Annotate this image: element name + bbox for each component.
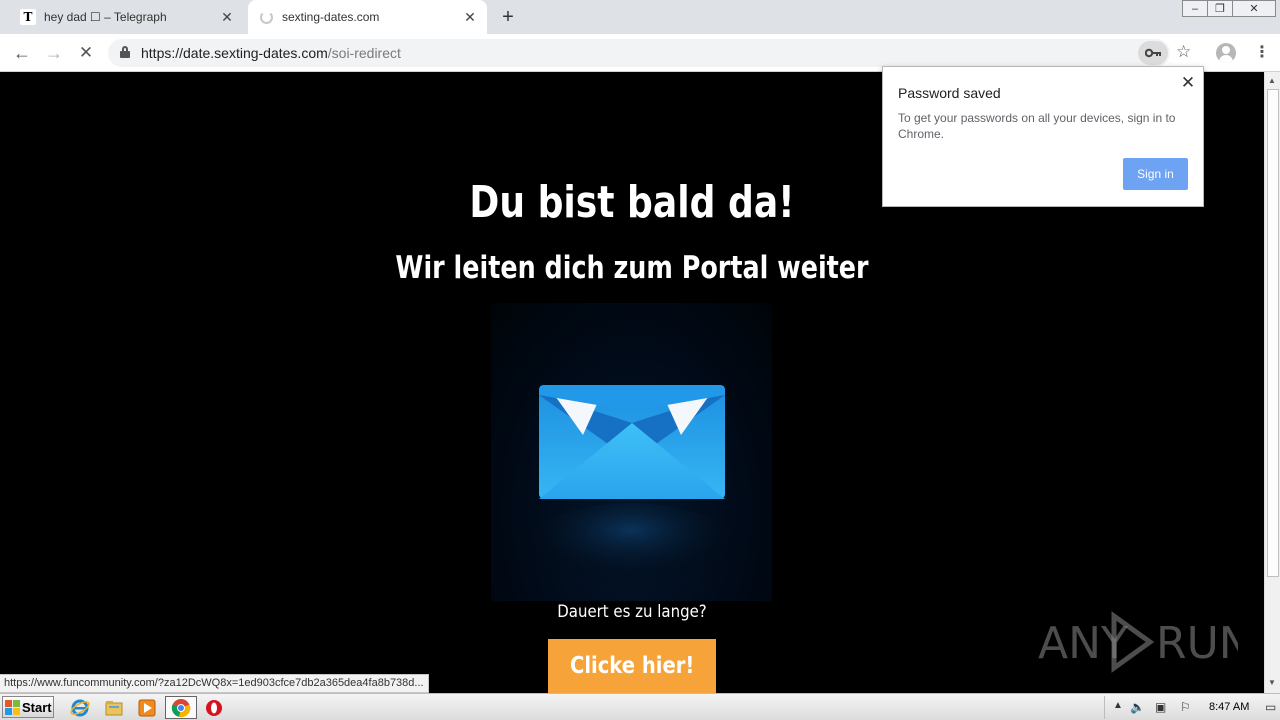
- minimize-button[interactable]: –: [1182, 0, 1208, 17]
- windows-taskbar: Start ▲ 🔈 ▣ ⚐ 8:47 AM ▭: [0, 693, 1280, 720]
- tab-close-icon[interactable]: ✕: [218, 8, 236, 26]
- taskbar-clock[interactable]: 8:47 AM: [1209, 701, 1249, 713]
- click-here-label: Clicke hier!: [569, 653, 695, 679]
- password-saved-popup: Password saved To get your passwords on …: [882, 66, 1204, 207]
- popup-close-icon[interactable]: ✕: [1179, 73, 1197, 92]
- screen: T hey dad ☐ – Telegraph ✕ sexting-dates.…: [0, 0, 1280, 720]
- new-tab-button[interactable]: +: [497, 6, 519, 28]
- profile-avatar-icon[interactable]: [1216, 43, 1236, 63]
- file-explorer-icon[interactable]: [104, 698, 124, 718]
- link-status-bar: https://www.funcommunity.com/?za12DcWQ8x…: [0, 674, 429, 693]
- menu-kebab-icon[interactable]: ⋮: [1254, 42, 1270, 62]
- sign-in-button[interactable]: Sign in: [1123, 158, 1188, 190]
- internet-explorer-icon[interactable]: [70, 698, 90, 718]
- bookmark-star-icon[interactable]: ☆: [1176, 42, 1191, 62]
- scroll-down-icon[interactable]: ▼: [1268, 678, 1276, 687]
- scroll-up-icon[interactable]: ▲: [1268, 76, 1276, 85]
- envelope-icon: [526, 385, 736, 593]
- back-arrow-icon[interactable]: ←: [10, 41, 34, 65]
- volume-icon[interactable]: 🔈: [1130, 700, 1145, 714]
- tray-expand-icon[interactable]: ▲: [1113, 700, 1123, 711]
- close-window-button[interactable]: ✕: [1232, 0, 1276, 17]
- tab-sexting-dates[interactable]: sexting-dates.com ✕: [248, 0, 487, 34]
- opera-icon[interactable]: [204, 698, 224, 718]
- tab-close-icon[interactable]: ✕: [461, 8, 479, 26]
- page-subheadline: Wir leiten dich zum Portal weiter: [395, 250, 869, 286]
- loading-spinner-icon: [258, 9, 274, 25]
- popup-title: Password saved: [898, 85, 1001, 101]
- network-icon[interactable]: ▣: [1155, 700, 1166, 714]
- anyrun-watermark: ANY RUN: [1038, 610, 1252, 674]
- windows-logo-icon: [5, 699, 20, 715]
- action-center-flag-icon[interactable]: ⚐: [1180, 700, 1191, 714]
- restore-button[interactable]: ❐: [1207, 0, 1233, 17]
- tab-strip: T hey dad ☐ – Telegraph ✕ sexting-dates.…: [0, 0, 1280, 34]
- tab-telegraph[interactable]: T hey dad ☐ – Telegraph ✕: [10, 0, 244, 34]
- tab-title: hey dad ☐ – Telegraph: [44, 10, 167, 24]
- watermark-right-text: RUN: [1156, 618, 1238, 669]
- key-icon[interactable]: [1138, 41, 1168, 65]
- click-here-button[interactable]: Clicke hier!: [548, 639, 716, 693]
- show-desktop-icon[interactable]: ▭: [1265, 700, 1276, 714]
- url-path: /soi-redirect: [327, 45, 401, 61]
- popup-message: To get your passwords on all your device…: [898, 111, 1176, 141]
- start-button[interactable]: Start: [2, 696, 54, 718]
- page-scrollbar[interactable]: ▲ ▼: [1264, 72, 1280, 693]
- stop-loading-icon[interactable]: ✕: [74, 41, 98, 65]
- address-bar[interactable]: https://date.sexting-dates.com/soi-redir…: [108, 39, 1170, 67]
- telegraph-favicon-icon: T: [20, 9, 36, 25]
- url-host: https://date.sexting-dates.com: [141, 45, 328, 61]
- envelope-image: [491, 303, 772, 601]
- url-text: https://date.sexting-dates.com/soi-redir…: [141, 45, 401, 61]
- chrome-icon: [171, 699, 191, 718]
- window-controls: – ❐ ✕: [1182, 0, 1276, 18]
- system-tray: ▲ 🔈 ▣ ⚐ 8:47 AM ▭: [1104, 696, 1280, 719]
- media-player-icon[interactable]: [137, 698, 157, 718]
- lock-icon: [120, 46, 130, 58]
- scroll-thumb[interactable]: [1267, 89, 1279, 577]
- forward-arrow-icon[interactable]: →: [42, 41, 66, 65]
- chrome-taskbar-button[interactable]: [165, 696, 197, 719]
- tab-title: sexting-dates.com: [282, 10, 380, 24]
- too-long-question: Dauert es zu lange?: [557, 602, 707, 622]
- start-label: Start: [22, 699, 52, 715]
